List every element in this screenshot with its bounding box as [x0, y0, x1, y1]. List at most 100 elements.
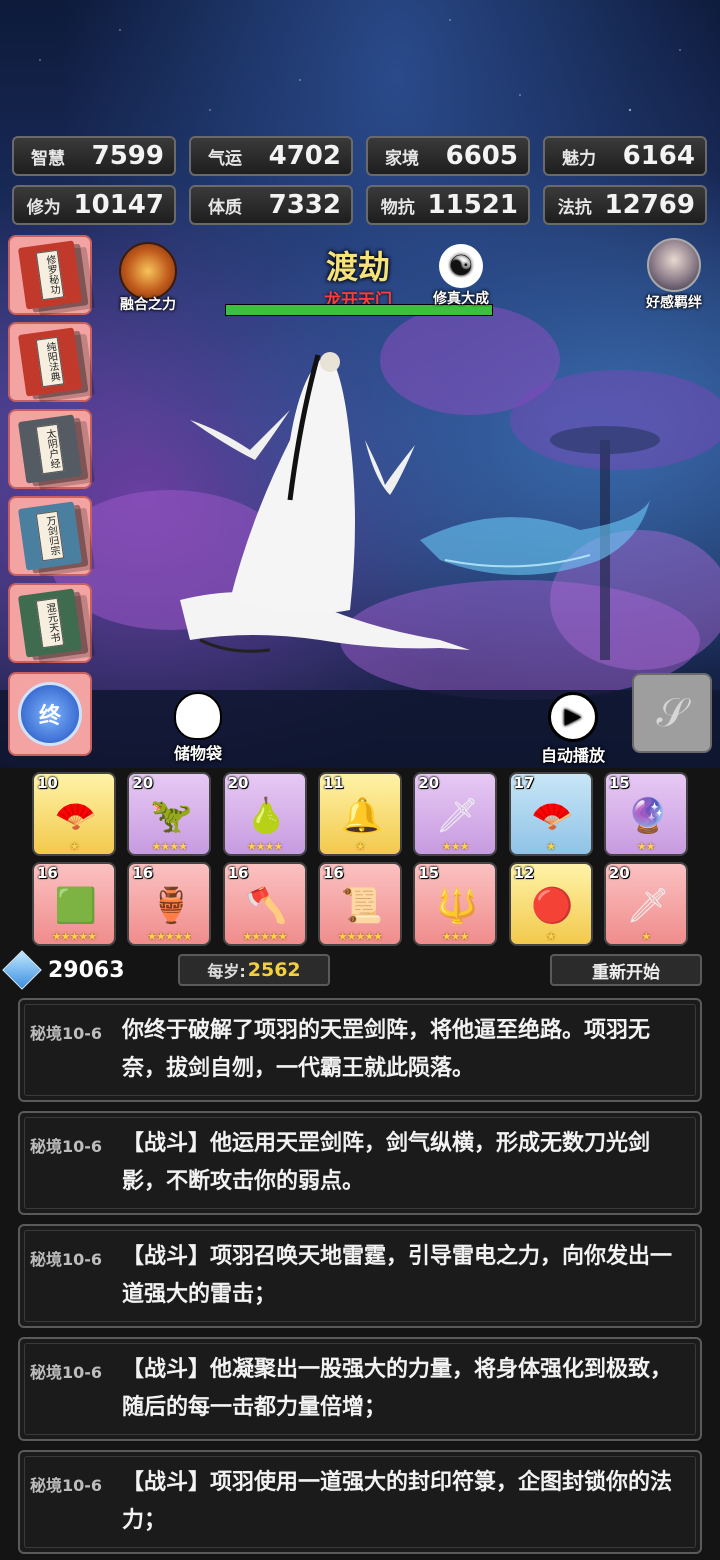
item-stars: ★★★★★ [242, 930, 287, 943]
inventory-slot[interactable]: 🔴 12 ★ [508, 862, 593, 946]
halberd-icon: 🔱 [436, 886, 479, 926]
storage-bag-button[interactable]: 储物袋 [160, 692, 236, 764]
item-stars: ★ [69, 840, 80, 853]
stat-charm: 魅力 6164 [543, 136, 707, 176]
inventory-slot[interactable]: 🏺 16 ★★★★★ [127, 862, 212, 946]
stat-physical-resist: 物抗 11521 [366, 185, 530, 225]
axe-icon: 🪓 [245, 886, 288, 926]
fan-icon: 🪭 [54, 796, 98, 836]
item-level: 20 [418, 774, 440, 792]
item-level: 16 [227, 864, 249, 882]
item-level: 20 [227, 774, 249, 792]
item-level: 11 [322, 774, 344, 792]
item-level: 12 [513, 864, 535, 882]
end-icon: 终 [18, 682, 82, 746]
inventory-slot[interactable]: 🔮 15 ★★ [603, 772, 688, 856]
scroll-icon: 📜 [340, 886, 384, 926]
log-entry: 秘境10-6 【战斗】项羽召唤天地雷霆，引导雷电之力，向你发出一道强大的雷击； [18, 1224, 702, 1328]
per-age-box: 每岁: 2562 [178, 954, 330, 986]
folding-fan-icon: 🪭 [531, 796, 574, 836]
item-stars: ★ [641, 930, 651, 943]
inventory-slot[interactable]: 🪭 10 ★ [32, 772, 116, 856]
item-level: 10 [37, 774, 58, 792]
item-stars: ★ [546, 930, 556, 943]
item-stars: ★★ [636, 840, 656, 853]
item-level: 16 [37, 864, 58, 882]
item-stars: ★★★★★ [51, 930, 97, 943]
log-entry: 秘境10-6 【战斗】他运用天罡剑阵，剑气纵横，形成无数刀光剑影，不断攻击你的弱点… [18, 1111, 702, 1215]
green-claw-icon: 🦖 [150, 796, 193, 836]
inventory-slot[interactable]: 📜 16 ★★★★★ [317, 862, 402, 946]
sword-icon: 🗡 [435, 796, 479, 836]
spear-icon: 🗡 [626, 886, 670, 926]
affinity-button[interactable]: 好感羁绊 [634, 238, 714, 312]
fusion-power-button[interactable]: 融合之力 [110, 242, 186, 314]
item-stars: ★★★★ [151, 840, 188, 853]
cauldron-icon: 🏺 [150, 886, 193, 926]
autoplay-button[interactable]: ▶ 自动播放 [528, 692, 618, 766]
resource-bar: 29063 每岁: 2562 重新开始 [0, 950, 720, 990]
log-entry: 秘境10-6 【战斗】项羽使用一道强大的封印符箓，企图封锁你的法力； [18, 1450, 702, 1554]
inventory-slot[interactable]: 🪓 16 ★★★★★ [222, 862, 307, 946]
end-button[interactable]: 终 [8, 672, 92, 756]
spiral-icon [119, 242, 177, 300]
item-level: 17 [513, 774, 535, 792]
scroll-slot-button[interactable]: 𝒮 [632, 673, 712, 753]
book-icon: 混元天书 [17, 588, 83, 658]
item-stars: ★ [546, 840, 556, 853]
log-entry: 秘境10-6 你终于破解了项羽的天罡剑阵，将他逼至绝路。项羽无奈，拔剑自刎，一代霸… [18, 998, 702, 1102]
jade-seal-icon: 🟩 [54, 886, 98, 926]
item-stars: ★★★★★ [337, 930, 383, 943]
bag-icon [174, 692, 222, 740]
gourd-icon: 🍐 [245, 796, 288, 836]
book-slot-3[interactable]: 太阴户经 [8, 409, 92, 489]
item-level: 16 [132, 864, 154, 882]
item-level: 20 [608, 864, 630, 882]
inventory-slot[interactable]: 🪭 17 ★ [508, 772, 593, 856]
book-icon: 万剑归宗 [17, 501, 83, 571]
book-slot-1[interactable]: 修罗秘功 [8, 235, 92, 315]
inventory-slot[interactable]: 🗡 20 ★ [603, 862, 688, 946]
play-icon: ▶ [548, 692, 598, 742]
log-entry: 秘境10-6 【战斗】他凝聚出一股强大的力量，将身体强化到极致，随后的每一击都力量… [18, 1337, 702, 1441]
book-icon: 纯阳法典 [17, 327, 83, 397]
cultivation-complete-button[interactable]: ☯ 修真大成 [424, 244, 498, 308]
battle-scene: 智慧 7599 气运 4702 家境 6605 魅力 6164 修为 10147 体质 73… [0, 0, 720, 768]
item-stars: ★ [355, 840, 365, 853]
red-pearl-icon: 🔴 [531, 886, 574, 926]
inventory-slot[interactable]: 🔱 15 ★★★ [413, 862, 498, 946]
stat-luck: 气运 4702 [189, 136, 353, 176]
item-level: 15 [418, 864, 440, 882]
crystal-counter: 29063 [2, 950, 125, 990]
orb-icon: 🔮 [626, 796, 669, 836]
book-icon: 修罗秘功 [17, 240, 83, 310]
stat-physique: 体质 7332 [189, 185, 353, 225]
item-stars: ★★★★ [246, 840, 283, 853]
inventory-panel: 🪭 10 ★ 🦖 20 ★★★★ 🍐 20 ★★★★ 🔔 11 ★ 🗡 20 ★★★ 🪭 17 ★ 🔮 15 ★★ 🟩 16… [0, 768, 720, 958]
golden-bell-icon: 🔔 [340, 796, 384, 836]
avatar [647, 238, 701, 292]
item-stars: ★★★★★ [147, 930, 192, 943]
book-icon: 太阴户经 [17, 414, 83, 484]
restart-button[interactable]: 重新开始 [550, 954, 702, 986]
stat-family: 家境 6605 [366, 136, 530, 176]
forest-background [0, 305, 720, 768]
book-slot-5[interactable]: 混元天书 [8, 583, 92, 663]
inventory-slot[interactable]: 🗡 20 ★★★ [413, 772, 498, 856]
item-level: 20 [132, 774, 154, 792]
item-level: 16 [322, 864, 344, 882]
book-slot-2[interactable]: 纯阳法典 [8, 322, 92, 402]
book-slot-4[interactable]: 万剑归宗 [8, 496, 92, 576]
meditation-icon: ☯ [439, 244, 483, 288]
inventory-slot[interactable]: 🦖 20 ★★★★ [127, 772, 212, 856]
item-stars: ★★★ [441, 840, 470, 853]
inventory-slot[interactable]: 🍐 20 ★★★★ [222, 772, 307, 856]
item-level: 15 [608, 774, 630, 792]
stat-wisdom: 智慧 7599 [12, 136, 176, 176]
inventory-slot[interactable]: 🟩 16 ★★★★★ [32, 862, 116, 946]
inventory-slot[interactable]: 🔔 11 ★ [317, 772, 402, 856]
crystal-icon [2, 950, 42, 990]
stat-magic-resist: 法抗 12769 [543, 185, 707, 225]
stat-cultivation: 修为 10147 [12, 185, 176, 225]
item-stars: ★★★ [441, 930, 470, 943]
